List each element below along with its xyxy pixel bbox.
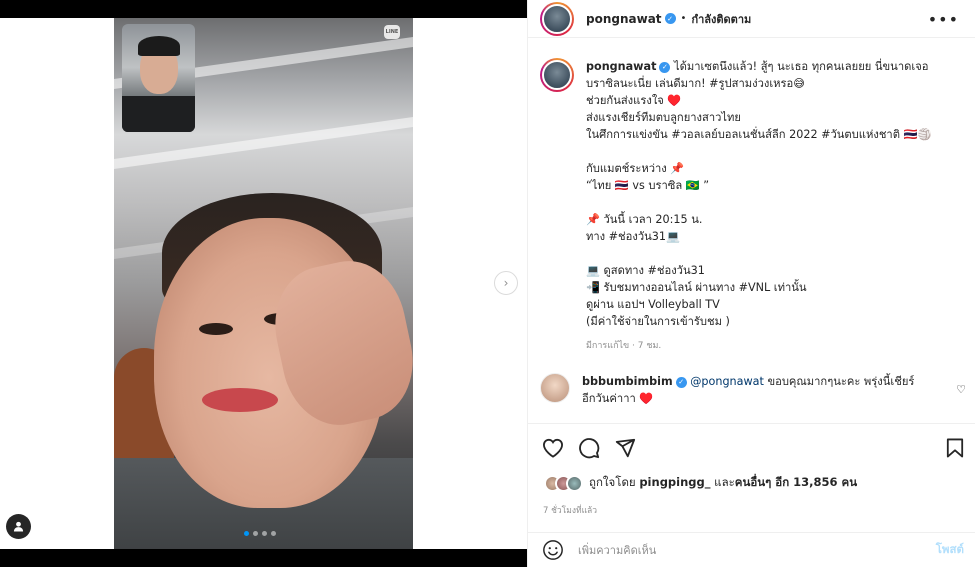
caption-line: 📌 วันนี้ เวลา 20:15 น.: [586, 213, 703, 226]
liker-avatar: [566, 474, 583, 492]
lips: [202, 388, 278, 412]
carousel-dot: [262, 531, 267, 536]
verified-badge-icon: ✓: [659, 61, 671, 73]
line-app-icon: LINE: [384, 25, 400, 39]
caption-line: 💻 ดูสดทาง #ช่องวัน31: [586, 264, 705, 277]
verified-badge-icon: ✓: [675, 376, 687, 388]
caption-line: ทาง #ช่องวัน31💻: [586, 230, 680, 243]
caption-line-text: ได้มาเซตนึงแล้ว! สู้ๆ นะเธอ ทุกคนเลยยย น…: [673, 60, 929, 73]
story-ring[interactable]: [540, 58, 574, 92]
carousel-dot: [244, 531, 249, 536]
likes-middle: และ: [710, 475, 735, 489]
action-bar: [528, 423, 975, 471]
post-comment-button[interactable]: โพสต์: [936, 541, 964, 559]
post-timestamp[interactable]: 7 ชั่วโมงที่แล้ว: [543, 503, 597, 517]
comment-icon: [579, 437, 600, 458]
pip-hair: [138, 36, 180, 56]
post-header: pongnawat ✓ • กำลังติดตาม •••: [528, 0, 975, 38]
more-options-icon[interactable]: •••: [928, 10, 959, 29]
caption-line: pongnawat ✓ ได้มาเซตนึงแล้ว! สู้ๆ นะเธอ ท…: [586, 58, 956, 75]
caption-line: (มีค่าใช้จ่ายในการเข้ารับชม ): [586, 315, 730, 328]
like-comment-icon[interactable]: ♡: [956, 383, 966, 396]
post-view: LINE › pongnawat ✓ • กำลังติดตาม ••• pon…: [0, 0, 975, 567]
likes-others-link[interactable]: คนอื่นๆ อีก 13,856 คน: [735, 475, 857, 489]
chevron-right-icon: ›: [503, 276, 509, 290]
avatar: [542, 3, 572, 34]
following-button[interactable]: กำลังติดตาม: [691, 10, 751, 28]
post-photo[interactable]: LINE: [114, 18, 413, 549]
caption-line: ดูผ่าน แอปฯ Volleyball TV: [586, 298, 720, 311]
eye-left: [199, 323, 233, 335]
comment-button[interactable]: [578, 437, 600, 459]
post-media: LINE ›: [0, 0, 527, 567]
mention-link[interactable]: @pongnawat: [690, 375, 764, 388]
video-call-pip: [122, 24, 195, 132]
likes-summary: ถูกใจโดย pingpingg_ และคนอื่นๆ อีก 13,85…: [544, 474, 857, 492]
emoji-icon[interactable]: [542, 539, 564, 561]
post-side-panel: pongnawat ✓ • กำลังติดตาม ••• pongnawat ✓…: [527, 0, 975, 567]
likes-text: ถูกใจโดย pingpingg_ และคนอื่นๆ อีก 13,85…: [589, 474, 857, 492]
like-button[interactable]: [542, 438, 564, 458]
media-letterbox-left: [0, 18, 114, 549]
caption-line: ช่วยกันส่งแรงใจ ♥️: [586, 94, 682, 107]
carousel-dot: [271, 531, 276, 536]
caption-line: ในศึกการแข่งขัน #วอลเลย์บอลเนชั่นส์ลีก 2…: [586, 128, 932, 141]
comments-section[interactable]: pongnawat ✓ ได้มาเซตนึงแล้ว! สู้ๆ นะเธอ ท…: [528, 50, 975, 423]
verified-badge-icon: ✓: [664, 13, 676, 24]
share-button[interactable]: [614, 437, 636, 459]
next-slide-button[interactable]: ›: [494, 271, 518, 295]
caption-line: บราซิลนะเนี่ย เล่นดีมาก! #รูปสามง่วงเหรอ…: [586, 77, 805, 90]
caption-line: “ไทย 🇹🇭 vs บราซิล 🇧🇷 ”: [586, 179, 710, 192]
author-username[interactable]: pongnawat: [586, 12, 662, 26]
avatar[interactable]: [540, 373, 570, 403]
save-button[interactable]: [946, 438, 964, 462]
caption-line: 📲 รับชมทางออนไลน์ ผ่านทาง #VNL เท่านั้น: [586, 281, 807, 294]
liker-username[interactable]: pingpingg_: [639, 475, 710, 489]
separator: •: [680, 13, 687, 24]
bookmark-icon: [946, 438, 964, 458]
avatar: [542, 60, 572, 90]
comment-input[interactable]: เพิ่มความคิดเห็น: [578, 541, 656, 559]
story-ring[interactable]: [540, 1, 574, 36]
likes-prefix: ถูกใจโดย: [589, 475, 640, 489]
caption-username[interactable]: pongnawat: [586, 60, 656, 73]
pip-body: [122, 96, 195, 132]
caption: pongnawat ✓ ได้มาเซตนึงแล้ว! สู้ๆ นะเธอ ท…: [528, 50, 975, 355]
add-comment-bar: เพิ่มความคิดเห็น โพสต์: [528, 532, 975, 567]
comment-username[interactable]: bbbumbimbim: [582, 375, 673, 388]
media-top-bar: [0, 0, 527, 18]
user-icon: [13, 521, 24, 532]
tagged-users-button[interactable]: [6, 514, 31, 539]
caption-text: pongnawat ✓ ได้มาเซตนึงแล้ว! สู้ๆ นะเธอ ท…: [586, 58, 956, 355]
comment-body: ขอบคุณมากๆนะคะ พรุ่งนี้เชียร์: [763, 375, 915, 388]
caption-line: ส่งแรงเชียร์ทีมตบลูกยางสาวไทย: [586, 111, 741, 124]
send-icon: [615, 438, 636, 457]
media-bottom-bar: [0, 549, 527, 567]
carousel-indicator: [244, 531, 276, 536]
caption-meta: มีการแก้ไข · 7 ชม.: [586, 341, 662, 351]
caption-line: กับแมตช์ระหว่าง 📌: [586, 162, 685, 175]
comment-item: bbbumbimbim ✓ @pongnawat ขอบคุณมากๆนะคะ พ…: [528, 355, 975, 407]
heart-icon: [542, 438, 564, 458]
comment-text: bbbumbimbim ✓ @pongnawat ขอบคุณมากๆนะคะ พ…: [582, 373, 922, 407]
carousel-dot: [253, 531, 258, 536]
comment-body: อีกวันค่าาา ♥️: [582, 392, 654, 405]
